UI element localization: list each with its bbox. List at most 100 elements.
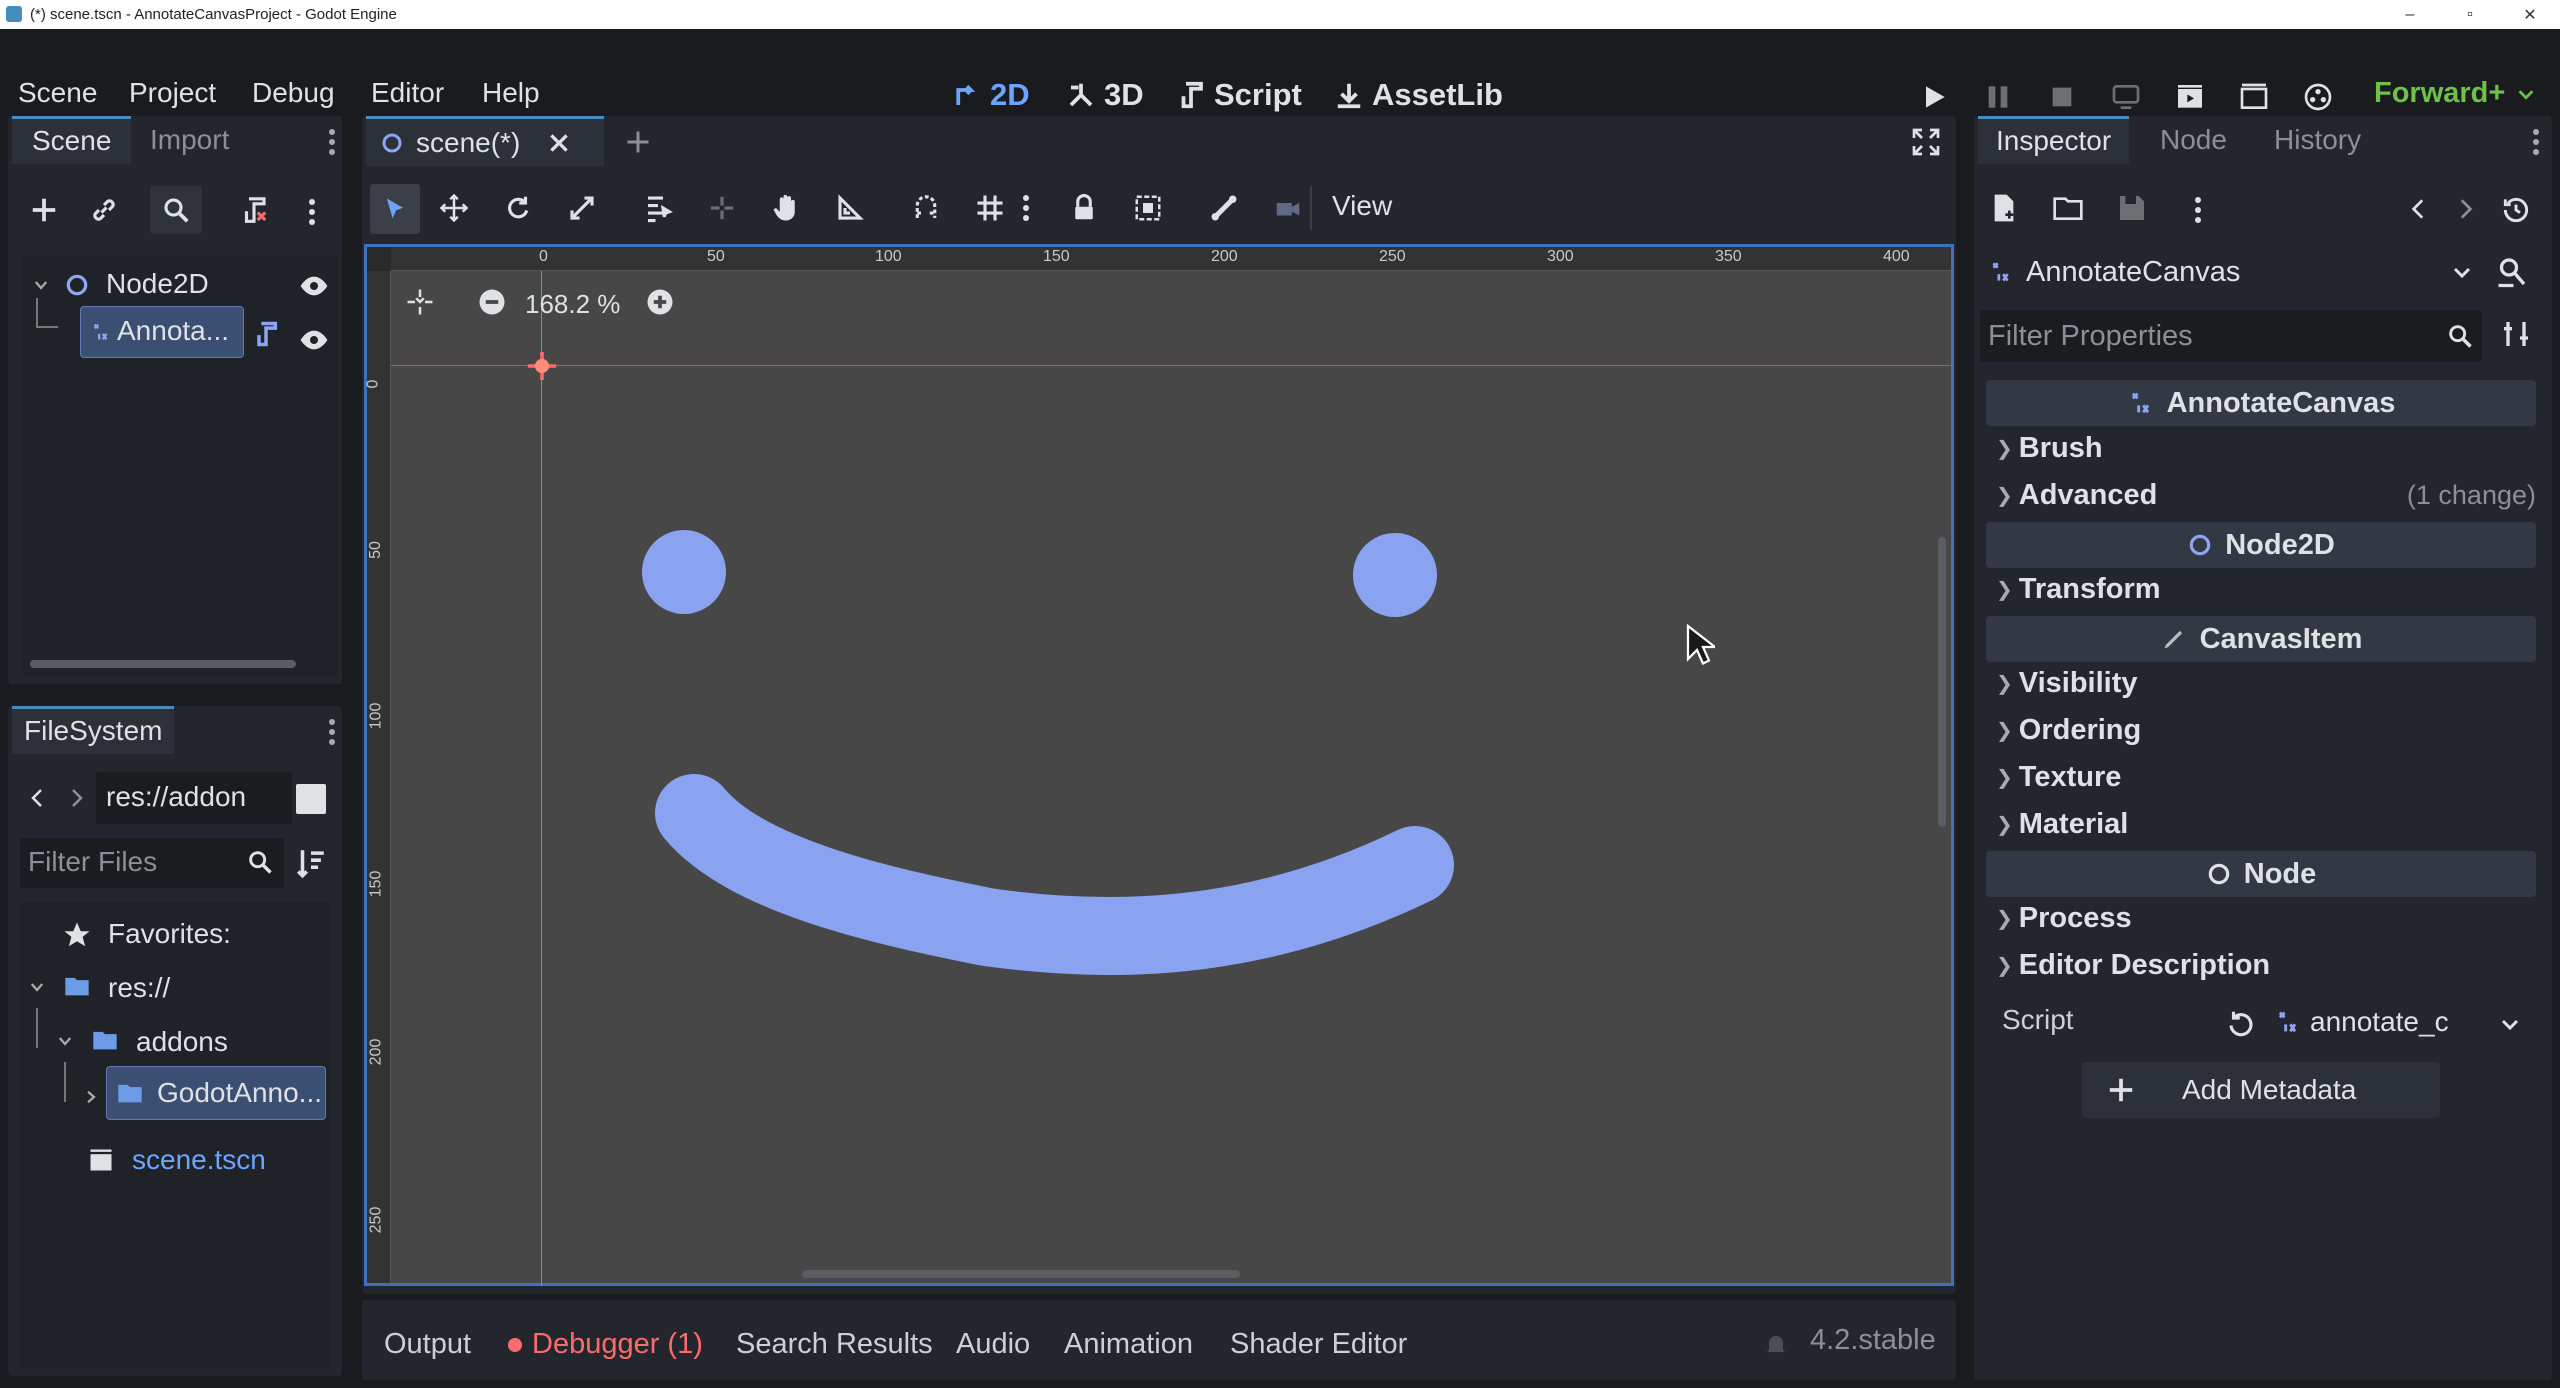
play-scene-icon[interactable] bbox=[2174, 81, 2206, 113]
rotate-mode-button[interactable] bbox=[498, 188, 538, 228]
sort-icon[interactable] bbox=[294, 846, 328, 880]
scene-tab[interactable]: scene(*) bbox=[366, 116, 604, 166]
visibility-eye-icon[interactable] bbox=[298, 270, 330, 302]
object-properties-icon[interactable] bbox=[2494, 254, 2530, 290]
ruler-mode-button[interactable] bbox=[830, 188, 870, 228]
group-ordering[interactable]: ❯ Ordering bbox=[1996, 714, 2141, 747]
tab-filesystem[interactable]: FileSystem bbox=[12, 706, 175, 754]
menu-help[interactable]: Help bbox=[482, 77, 540, 109]
dock-menu-icon[interactable] bbox=[328, 126, 336, 158]
workspace-2d[interactable]: 2D bbox=[952, 77, 1030, 113]
file-tree-res[interactable]: res:// bbox=[108, 972, 170, 1004]
maximize-button[interactable]: ▫ bbox=[2440, 0, 2500, 29]
group-texture[interactable]: ❯ Texture bbox=[1996, 761, 2121, 794]
menu-editor[interactable]: Editor bbox=[371, 77, 444, 109]
add-metadata-button[interactable]: Add Metadata bbox=[2082, 1062, 2440, 1118]
movie-maker-icon[interactable] bbox=[2302, 81, 2334, 113]
dock-menu-icon[interactable] bbox=[328, 716, 336, 748]
lock-button[interactable] bbox=[1064, 188, 1104, 228]
tree-node-annotate-selected[interactable]: Annota... bbox=[80, 306, 244, 358]
remote-debug-icon[interactable] bbox=[2110, 81, 2142, 113]
resource-menu-icon[interactable] bbox=[2194, 194, 2202, 226]
instance-scene-button[interactable] bbox=[84, 190, 124, 230]
smart-snap-button[interactable] bbox=[906, 188, 946, 228]
file-tree-favorites[interactable]: Favorites: bbox=[108, 918, 231, 950]
close-window-button[interactable]: ✕ bbox=[2500, 0, 2560, 29]
collapse-arrow-icon[interactable] bbox=[28, 978, 46, 996]
skeleton-button[interactable] bbox=[1204, 188, 1244, 228]
distraction-free-icon[interactable] bbox=[1910, 126, 1942, 158]
file-tree-scene-tscn[interactable]: scene.tscn bbox=[132, 1144, 266, 1176]
collapse-arrow-icon[interactable] bbox=[56, 1032, 74, 1050]
property-tools-icon[interactable] bbox=[2500, 318, 2532, 350]
group-transform[interactable]: ❯ Transform bbox=[1996, 573, 2161, 606]
path-field[interactable]: res://addon bbox=[96, 772, 292, 824]
group-advanced[interactable]: ❯ Advanced (1 change) bbox=[1996, 479, 2536, 512]
horizontal-scrollbar[interactable] bbox=[30, 660, 296, 668]
close-tab-icon[interactable] bbox=[546, 130, 572, 156]
version-label[interactable]: 4.2.stable bbox=[1810, 1324, 1936, 1357]
workspace-script[interactable]: Script bbox=[1176, 77, 1302, 113]
attached-script-icon[interactable] bbox=[252, 320, 280, 348]
object-selector[interactable]: AnnotateCanvas bbox=[1980, 246, 2482, 298]
scale-mode-button[interactable] bbox=[562, 188, 602, 228]
menu-scene[interactable]: Scene bbox=[18, 77, 97, 109]
tab-inspector[interactable]: Inspector bbox=[1978, 116, 2130, 164]
snap-options-icon[interactable] bbox=[1022, 192, 1030, 224]
revert-icon[interactable] bbox=[2226, 1008, 2256, 1038]
group-editor-description[interactable]: ❯ Editor Description bbox=[1996, 949, 2270, 982]
workspace-3d[interactable]: 3D bbox=[1066, 77, 1144, 113]
file-tree-godotanno-selected[interactable]: GodotAnno... bbox=[106, 1066, 326, 1120]
filter-nodes-button[interactable] bbox=[150, 186, 202, 234]
group-button[interactable] bbox=[1128, 188, 1168, 228]
grid-snap-button[interactable] bbox=[970, 188, 1010, 228]
tab-history[interactable]: History bbox=[2274, 116, 2361, 164]
tab-scene[interactable]: Scene bbox=[12, 116, 132, 164]
select-mode-button[interactable] bbox=[370, 184, 420, 234]
tab-import[interactable]: Import bbox=[150, 116, 229, 164]
menu-debug[interactable]: Debug bbox=[252, 77, 335, 109]
play-custom-scene-icon[interactable] bbox=[2238, 81, 2270, 113]
file-tree-addons[interactable]: addons bbox=[136, 1026, 228, 1058]
pause-icon[interactable] bbox=[1982, 81, 2014, 113]
open-folder-icon[interactable] bbox=[2052, 192, 2084, 224]
stop-icon[interactable] bbox=[2046, 81, 2078, 113]
filter-files-input[interactable]: Filter Files bbox=[20, 838, 284, 888]
camera-override-button[interactable] bbox=[1268, 188, 1308, 228]
vertical-scrollbar[interactable] bbox=[1938, 537, 1946, 827]
group-process[interactable]: ❯ Process bbox=[1996, 902, 2132, 935]
history-back-icon[interactable] bbox=[2406, 194, 2432, 224]
group-brush[interactable]: ❯ Brush bbox=[1996, 432, 2103, 465]
canvas-viewport[interactable]: 0 50 100 150 200 250 300 350 400 0 50 10… bbox=[364, 244, 1954, 1286]
expand-arrow-icon[interactable] bbox=[82, 1088, 100, 1106]
visibility-eye-icon[interactable] bbox=[298, 324, 330, 356]
recent-history-icon[interactable] bbox=[2500, 194, 2532, 226]
move-mode-button[interactable] bbox=[434, 188, 474, 228]
bottom-tab-output[interactable]: Output bbox=[384, 1328, 471, 1361]
detach-script-button[interactable] bbox=[234, 190, 274, 230]
save-icon[interactable] bbox=[2116, 192, 2148, 224]
tree-node-node2d[interactable]: Node2D bbox=[106, 268, 209, 300]
collapse-arrow-icon[interactable] bbox=[32, 276, 50, 294]
script-value-field[interactable]: annotate_c bbox=[2274, 1000, 2530, 1044]
renderer-selector[interactable]: Forward+ bbox=[2374, 77, 2537, 110]
bottom-tab-debugger[interactable]: Debugger (1) bbox=[532, 1328, 703, 1361]
list-select-button[interactable] bbox=[638, 188, 678, 228]
forward-arrow-icon[interactable] bbox=[64, 784, 88, 812]
pan-mode-button[interactable] bbox=[766, 188, 806, 228]
filter-properties-input[interactable]: Filter Properties bbox=[1980, 310, 2482, 362]
group-material[interactable]: ❯ Material bbox=[1996, 808, 2128, 841]
bottom-tab-search-results[interactable]: Search Results bbox=[736, 1328, 933, 1361]
workspace-assetlib[interactable]: AssetLib bbox=[1334, 77, 1503, 113]
toggle-split-icon[interactable] bbox=[296, 784, 326, 814]
play-icon[interactable] bbox=[1918, 81, 1950, 113]
minimize-button[interactable]: – bbox=[2380, 0, 2440, 29]
back-arrow-icon[interactable] bbox=[26, 784, 50, 812]
group-visibility[interactable]: ❯ Visibility bbox=[1996, 667, 2138, 700]
chevron-down-icon[interactable] bbox=[2498, 1012, 2522, 1036]
new-resource-icon[interactable] bbox=[1988, 192, 2020, 224]
history-forward-icon[interactable] bbox=[2452, 194, 2478, 224]
horizontal-scrollbar[interactable] bbox=[802, 1270, 1240, 1278]
add-node-button[interactable] bbox=[24, 190, 64, 230]
view-menu-button[interactable]: View bbox=[1332, 190, 1392, 222]
